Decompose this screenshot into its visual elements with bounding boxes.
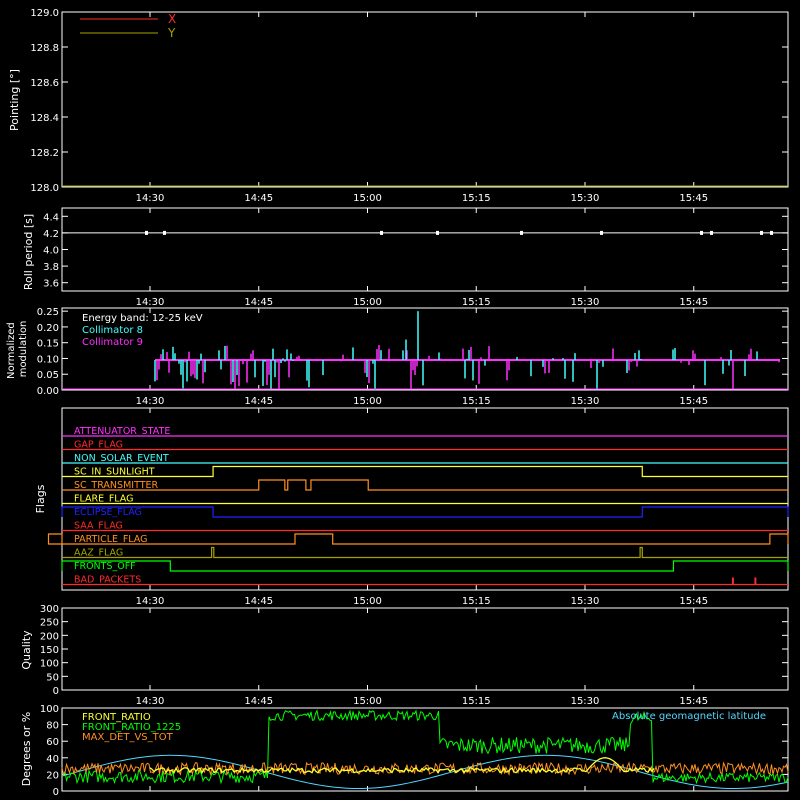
x-tick-label: 15:45: [679, 193, 708, 204]
flag-label: ECLIPSE_FLAG: [74, 507, 142, 518]
y-tick-label: 0.10: [37, 354, 59, 365]
y-tick-label: 20: [46, 770, 59, 781]
x-tick-label: 15:45: [679, 297, 708, 308]
x-tick-label: 15:00: [353, 696, 382, 707]
x-tick-label: 15:45: [679, 396, 708, 407]
y-tick-label: 0.00: [37, 386, 59, 397]
x-tick-label: 15:30: [571, 396, 600, 407]
x-tick-label: 14:45: [244, 297, 273, 308]
energy-band-annotation: Energy band: 12-25 keV: [82, 313, 203, 324]
legend-max-det-vs-tot: MAX_DET_VS_TOT: [82, 732, 174, 743]
x-tick-label: 15:15: [462, 396, 491, 407]
y-tick-label: 0.20: [37, 323, 59, 334]
y-tick-label: 100: [40, 704, 59, 715]
y-tick-label: 3.6: [43, 279, 59, 290]
flags-ylabel: Flags: [34, 484, 47, 513]
roll-period-point: [700, 230, 703, 235]
y-tick-label: 0: [53, 787, 59, 798]
modulation-ylabel: Normalized modulation: [6, 319, 29, 379]
y-tick-label: 0.25: [37, 307, 59, 318]
x-tick-label: 14:45: [244, 193, 273, 204]
legend-label-x: X: [168, 12, 176, 26]
flag-label: SAA_FLAG: [74, 521, 123, 532]
roll-period-point: [600, 230, 603, 235]
x-tick-label: 14:30: [136, 297, 165, 308]
y-tick-label: 0.05: [37, 370, 59, 381]
x-tick-label: 15:15: [462, 297, 491, 308]
y-tick-label: 80: [46, 721, 59, 732]
roll-period-point: [436, 230, 439, 235]
y-tick-label: 129.0: [30, 8, 59, 19]
legend-geomagnetic-latitude: Absolute geomagnetic latitude: [612, 711, 766, 722]
flag-label: PARTICLE_FLAG: [74, 534, 147, 545]
modulation-ylabel-line2: modulation: [18, 321, 29, 378]
pointing-ylabel: Pointing [°]: [8, 69, 21, 131]
roll-period-point: [770, 230, 773, 235]
x-tick-label: 14:30: [136, 396, 165, 407]
legend-collimator-9: Collimator 9: [82, 337, 143, 348]
x-tick-label: 15:15: [462, 596, 491, 607]
y-tick-label: 150: [40, 645, 59, 656]
x-tick-label: 15:00: [353, 596, 382, 607]
x-tick-label: 14:30: [136, 696, 165, 707]
y-tick-label: 200: [40, 631, 59, 642]
x-tick-label: 14:45: [244, 396, 273, 407]
y-tick-label: 300: [40, 604, 59, 615]
x-tick-label: 14:30: [136, 193, 165, 204]
x-tick-label: 14:45: [244, 596, 273, 607]
y-tick-label: 100: [40, 659, 59, 670]
flag-label: AAZ_FLAG: [74, 548, 123, 559]
flag-label: BAD_PACKETS: [74, 575, 141, 586]
y-tick-label: 3.8: [43, 262, 59, 273]
x-tick-label: 14:30: [136, 596, 165, 607]
y-tick-label: 60: [46, 737, 59, 748]
x-tick-label: 15:00: [353, 193, 382, 204]
y-tick-label: 40: [46, 754, 59, 765]
x-tick-label: 15:45: [679, 696, 708, 707]
y-tick-label: 4.4: [43, 212, 59, 223]
y-tick-label: 128.0: [30, 183, 59, 194]
flag-label: SC_IN_SUNLIGHT: [74, 467, 155, 478]
y-tick-label: 128.6: [30, 78, 59, 89]
roll-ylabel: Roll period [s]: [22, 214, 35, 290]
y-tick-label: 250: [40, 618, 59, 629]
legend-collimator-8: Collimator 8: [82, 325, 143, 336]
roll-period-point: [760, 230, 763, 235]
quality-ylabel: Quality: [20, 630, 33, 670]
flag-label: NON_SOLAR_EVENT: [74, 453, 169, 464]
roll-period-point: [145, 230, 148, 235]
ratios-ylabel: Degrees or %: [20, 712, 33, 786]
y-tick-label: 4.2: [43, 229, 59, 240]
y-tick-label: 0: [53, 686, 59, 697]
y-tick-label: 4.0: [43, 246, 59, 257]
x-tick-label: 15:15: [462, 696, 491, 707]
roll-period-point: [710, 230, 713, 235]
y-tick-label: 128.2: [30, 148, 59, 159]
x-tick-label: 15:00: [353, 396, 382, 407]
x-tick-label: 15:30: [571, 596, 600, 607]
legend-label-y: Y: [167, 26, 176, 40]
x-tick-label: 15:45: [679, 596, 708, 607]
spacecraft-status-chart: Pointing [°] 128.0 128.2 128.4 128.6 128.8 12…: [0, 0, 800, 800]
modulation-ylabel-line1: Normalized: [6, 322, 17, 379]
flag-label: ATTENUATOR_STATE: [74, 426, 170, 437]
flag-label: SC_TRANSMITTER: [74, 480, 159, 491]
y-tick-label: 128.4: [30, 113, 59, 124]
x-tick-label: 15:30: [571, 297, 600, 308]
roll-period-point: [520, 230, 523, 235]
x-tick-label: 15:30: [571, 696, 600, 707]
y-tick-label: 0.15: [37, 339, 59, 350]
x-tick-label: 15:00: [353, 297, 382, 308]
x-tick-label: 14:45: [244, 696, 273, 707]
y-tick-label: 128.8: [30, 43, 59, 54]
x-tick-label: 15:30: [571, 193, 600, 204]
flag-label: FLARE_FLAG: [74, 494, 134, 505]
roll-period-point: [380, 230, 383, 235]
x-tick-label: 15:15: [462, 193, 491, 204]
roll-period-point: [163, 230, 166, 235]
flag-label: GAP_FLAG: [74, 440, 123, 451]
flag-label: FRONTS_OFF: [74, 561, 136, 572]
y-tick-label: 50: [46, 672, 59, 683]
